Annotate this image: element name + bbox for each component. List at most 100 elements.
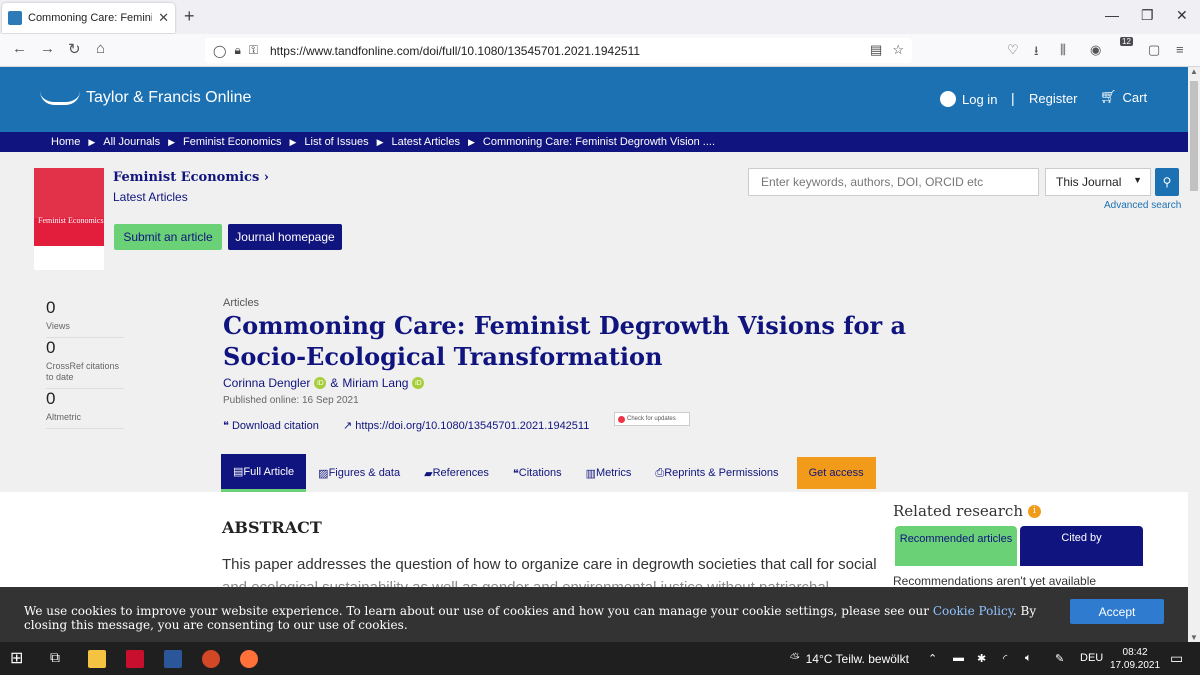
scrollbar-thumb[interactable] [1190, 81, 1198, 191]
submit-article-button[interactable]: Submit an article [114, 224, 222, 250]
extension-icon[interactable]: ◉ [1090, 42, 1101, 58]
tab-figures[interactable]: ▨ Figures & data [306, 454, 412, 492]
info-icon[interactable]: i [1027, 504, 1041, 518]
quote-icon: ❝ [223, 420, 232, 432]
windows-taskbar: ⊞ ⧉ ⛅︎ 14°C Teilw. bewölkt ⌃ ▬ ✱ ◜ 🔈︎ ✎ … [0, 642, 1200, 675]
search-input[interactable]: Enter keywords, authors, DOI, ORCID etc [748, 168, 1039, 196]
breadcrumb-arrow-icon: ▶ [168, 136, 176, 147]
related-title: Related research [893, 502, 1023, 520]
journal-homepage-button[interactable]: Journal homepage [228, 224, 342, 250]
breadcrumb-latest[interactable]: Latest Articles [392, 136, 460, 148]
search-scope-select[interactable]: This Journal ▼ [1045, 168, 1151, 196]
home-icon[interactable]: ⌂ [96, 40, 105, 57]
browser-tab[interactable]: Commoning Care: Feminist Deg ✕ [2, 3, 175, 33]
pen-icon[interactable]: ✎ [1055, 652, 1064, 665]
downloads-icon[interactable]: ⭳ [1034, 42, 1039, 64]
author-link[interactable]: Miriam Lang [342, 376, 408, 390]
firefox-icon[interactable] [240, 650, 258, 668]
new-tab-icon[interactable]: + [184, 6, 195, 27]
author-link[interactable]: Corinna Dengler [223, 376, 310, 390]
close-window-icon[interactable]: ✕ [1176, 7, 1188, 24]
restore-icon[interactable]: ❐ [1141, 7, 1154, 24]
acrobat-icon[interactable] [126, 650, 144, 668]
reader-view-icon[interactable]: ▤ [870, 42, 882, 58]
weather-widget[interactable]: ⛅︎ 14°C Teilw. bewölkt [790, 651, 909, 666]
journal-subtitle: Latest Articles [113, 190, 188, 204]
breadcrumb-arrow-icon: ▶ [468, 136, 475, 147]
bookmark-star-icon[interactable]: ☆ [892, 42, 904, 58]
tab-label: Figures & data [328, 467, 401, 479]
chevron-up-icon[interactable]: ⌃ [928, 652, 937, 665]
volume-icon[interactable]: 🔈︎ [1025, 652, 1032, 665]
cookie-policy-link[interactable]: Cookie Policy [933, 604, 1013, 618]
wifi-icon[interactable]: ◜ [1003, 652, 1007, 665]
language-indicator[interactable]: DEU [1080, 652, 1103, 664]
published-date: Published online: 16 Sep 2021 [223, 395, 359, 406]
metric-views: 0 Views [46, 298, 124, 338]
shield-icon[interactable]: ◯ [213, 44, 226, 58]
extension-doc-icon[interactable]: ▢ [1148, 42, 1160, 58]
minimize-icon[interactable]: — [1105, 7, 1119, 23]
cart-icon: 🛒︎ [1100, 89, 1117, 104]
menu-icon[interactable]: ≡ [1176, 42, 1184, 57]
address-bar[interactable]: ◯ 🔒︎ ⚿ https://www.tandfonline.com/doi/f… [205, 38, 912, 63]
metric-label: Views [46, 321, 70, 331]
check-for-updates-button[interactable]: Check for updates [614, 412, 690, 426]
orcid-icon[interactable]: iD [314, 377, 327, 389]
breadcrumb-journal[interactable]: Feminist Economics [183, 136, 281, 148]
breadcrumb-all-journals[interactable]: All Journals [103, 136, 160, 148]
back-icon[interactable]: ← [12, 40, 27, 57]
tab-title: Commoning Care: Feminist Deg [28, 12, 152, 24]
search-button[interactable]: ⚲ [1155, 168, 1179, 196]
reload-icon[interactable]: ↻ [68, 40, 81, 58]
page-scrollbar[interactable]: ▲ ▼ [1188, 67, 1200, 642]
doi-link[interactable]: ↗ https://doi.org/10.1080/13545701.2021.… [343, 419, 589, 432]
url-text[interactable]: https://www.tandfonline.com/doi/full/10.… [270, 44, 640, 58]
task-view-icon[interactable]: ⧉ [50, 649, 68, 667]
lock-icon[interactable]: 🔒︎ [234, 43, 240, 58]
word-icon[interactable] [164, 650, 182, 668]
register-link[interactable]: Register [1029, 91, 1077, 106]
download-citation-link[interactable]: ❝ Download citation [223, 419, 319, 432]
clock[interactable]: 08:42 17.09.2021 [1110, 646, 1160, 672]
login-link[interactable]: Log in [940, 91, 997, 107]
tab-citations[interactable]: ❝ Citations [501, 454, 574, 492]
forward-icon[interactable]: → [40, 40, 55, 57]
printer-icon: ⎙ [655, 466, 665, 479]
bar-chart-icon: ▥ [585, 467, 596, 480]
author-list: Corinna Dengler iD & Miriam Lang iD [223, 376, 425, 390]
external-link-icon: ↗ [343, 420, 356, 432]
journal-cover[interactable]: Feminist Economics [34, 168, 104, 286]
orcid-icon[interactable]: iD [412, 377, 425, 389]
scope-label: This Journal [1056, 175, 1122, 189]
cart-link[interactable]: 🛒︎ Cart [1100, 89, 1147, 105]
powerpoint-icon[interactable] [202, 650, 220, 668]
scroll-up-icon[interactable]: ▲ [1190, 67, 1198, 76]
journal-name[interactable]: Feminist Economics › [113, 170, 269, 185]
breadcrumb-home[interactable]: Home [51, 136, 80, 148]
notification-icon[interactable]: ▭ [1170, 650, 1183, 667]
breadcrumb-arrow-icon: ▶ [88, 136, 96, 147]
scroll-down-icon[interactable]: ▼ [1190, 633, 1198, 642]
get-access-button[interactable]: Get access [796, 457, 876, 489]
file-explorer-icon[interactable] [88, 650, 106, 668]
tab-cited-by[interactable]: Cited by [1020, 526, 1143, 566]
close-tab-icon[interactable]: ✕ [158, 10, 169, 26]
accept-cookies-button[interactable]: Accept [1070, 599, 1164, 624]
tab-references[interactable]: ▰ References [412, 454, 501, 492]
tab-full-article[interactable]: ▤ Full Article [221, 454, 307, 492]
windows-start-icon[interactable]: ⊞ [10, 648, 28, 667]
pocket-icon[interactable]: ♡ [1007, 42, 1019, 58]
tab-recommended-articles[interactable]: Recommended articles [895, 526, 1017, 566]
network-icon[interactable]: ✱ [977, 652, 986, 665]
tab-reprints[interactable]: ⎙ Reprints & Permissions [643, 454, 790, 492]
library-icon[interactable]: ⫼ [1060, 42, 1066, 58]
advanced-search-link[interactable]: Advanced search [1104, 200, 1181, 211]
breadcrumb-issues[interactable]: List of Issues [304, 136, 368, 148]
site-logo[interactable]: Taylor & Francis Online [40, 89, 251, 107]
tab-metrics[interactable]: ▥ Metrics [574, 454, 644, 492]
permissions-icon[interactable]: ⚿ [249, 43, 258, 58]
site-favicon-icon [8, 11, 22, 25]
battery-icon[interactable]: ▬ [953, 652, 964, 664]
browser-tabbar: Commoning Care: Feminist Deg ✕ + — ❐ ✕ [0, 0, 1200, 34]
